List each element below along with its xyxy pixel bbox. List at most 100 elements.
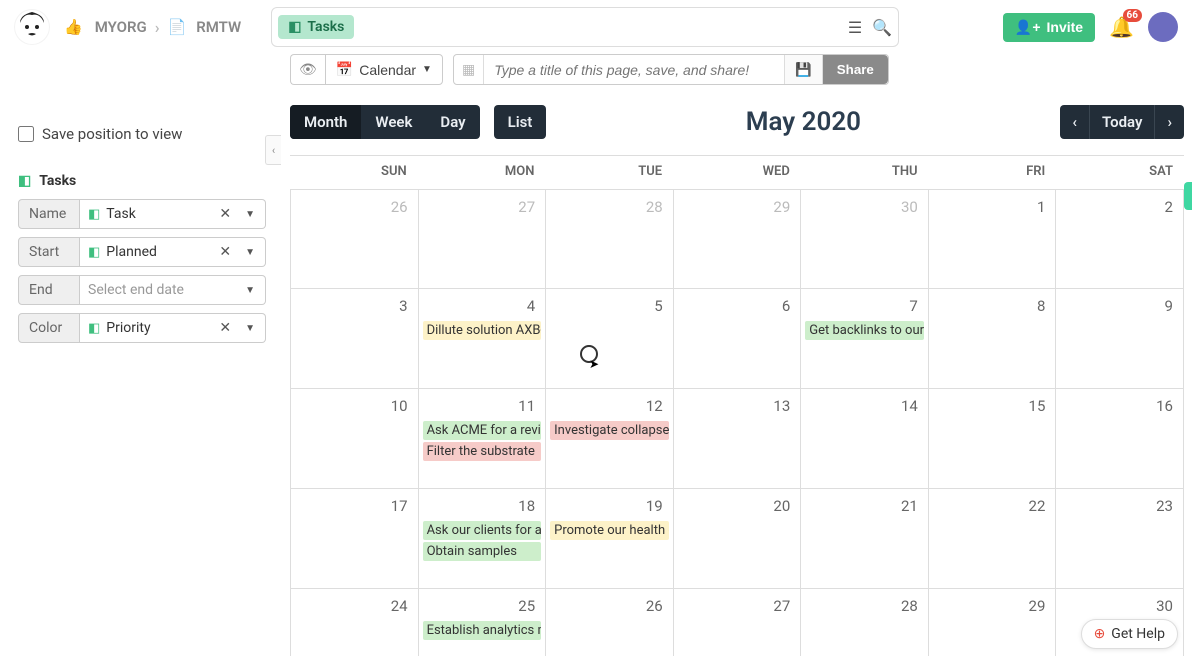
calendar-cell[interactable]: 18Ask our clients for aObtain samples <box>419 489 547 589</box>
name-field-select[interactable]: ◧ Task ✕ ▼ <box>80 199 266 229</box>
tab-month[interactable]: Month <box>290 105 361 139</box>
calendar-cell[interactable]: 29 <box>929 589 1057 656</box>
calendar-event[interactable]: Promote our health c <box>550 521 669 540</box>
day-number: 16 <box>1058 393 1181 419</box>
calendar-cell[interactable]: 25Establish analytics m <box>419 589 547 656</box>
calendar-cell[interactable]: 28 <box>546 189 674 289</box>
calendar-cell[interactable]: 24 <box>291 589 419 656</box>
calendar-cell[interactable]: 3 <box>291 289 419 389</box>
calendar-cell[interactable]: 5 <box>546 289 674 389</box>
calendar-cell[interactable]: 20 <box>674 489 802 589</box>
calendar-cell[interactable]: 17 <box>291 489 419 589</box>
save-icon: 💾 <box>795 62 812 77</box>
calendar-cell[interactable]: 30 <box>801 189 929 289</box>
calendar-event[interactable]: Establish analytics m <box>423 621 542 640</box>
calendar-cell[interactable]: 9 <box>1056 289 1184 389</box>
calendar-cell[interactable]: 1 <box>929 189 1057 289</box>
page-title-input[interactable] <box>484 55 784 84</box>
calendar-event[interactable]: Investigate collapsed <box>550 421 669 440</box>
calendar-event[interactable]: Obtain samples <box>423 542 542 561</box>
eye-icon: 👁 <box>299 61 317 78</box>
day-number: 23 <box>1058 493 1181 519</box>
save-position-toggle[interactable]: Save position to view <box>18 125 266 143</box>
visibility-button[interactable]: 👁 <box>290 54 325 85</box>
calendar-cell[interactable]: 16 <box>1056 389 1184 489</box>
end-field-select[interactable]: Select end date ▼ <box>80 275 266 305</box>
get-help-button[interactable]: ⊕ Get Help <box>1081 619 1178 649</box>
caret-down-icon[interactable]: ▼ <box>241 285 259 296</box>
calendar-cell[interactable]: 22 <box>929 489 1057 589</box>
next-button[interactable]: › <box>1155 105 1184 139</box>
calendar-cell[interactable]: 2 <box>1056 189 1184 289</box>
calendar-cell[interactable]: 6 <box>674 289 802 389</box>
color-field-select[interactable]: ◧ Priority ✕ ▼ <box>80 313 266 343</box>
day-number: 28 <box>803 593 926 619</box>
tasks-icon: ◧ <box>288 19 301 35</box>
calendar-cell[interactable]: 8 <box>929 289 1057 389</box>
chevron-left-icon: ‹ <box>272 144 275 157</box>
calendar-cell[interactable]: 21 <box>801 489 929 589</box>
calendar-cell[interactable]: 4Dillute solution AXB- <box>419 289 547 389</box>
tab-list[interactable]: List <box>494 105 547 139</box>
calendar-event[interactable]: Ask our clients for a <box>423 521 542 540</box>
calendar-cell[interactable]: 12Investigate collapsed <box>546 389 674 489</box>
clear-icon[interactable]: ✕ <box>215 206 235 222</box>
lock-button[interactable]: ▦ <box>454 55 484 84</box>
calendar-event[interactable]: Ask ACME for a revie <box>423 421 542 440</box>
invite-button[interactable]: 👤+ Invite <box>1003 13 1095 42</box>
calendar-cell[interactable]: 10 <box>291 389 419 489</box>
start-field-select[interactable]: ◧ Planned ✕ ▼ <box>80 237 266 267</box>
day-header: THU <box>801 156 929 189</box>
calendar-cell[interactable]: 29 <box>674 189 802 289</box>
sidebar-section-title: ◧ Tasks <box>18 173 266 189</box>
prev-button[interactable]: ‹ <box>1060 105 1089 139</box>
clear-icon[interactable]: ✕ <box>215 320 235 336</box>
share-button[interactable]: Share <box>823 55 888 84</box>
clear-icon[interactable]: ✕ <box>215 244 235 260</box>
breadcrumb-org[interactable]: MYORG <box>95 18 147 36</box>
view-mode-select[interactable]: 📅 Calendar ▼ <box>325 54 443 85</box>
day-number: 21 <box>803 493 926 519</box>
calendar-cell[interactable]: 11Ask ACME for a revieFilter the substra… <box>419 389 547 489</box>
calendar-cell[interactable]: 27 <box>419 189 547 289</box>
calendar-event[interactable]: Dillute solution AXB- <box>423 321 542 340</box>
day-number: 30 <box>803 194 926 220</box>
save-position-checkbox[interactable] <box>18 126 34 142</box>
tasks-chip[interactable]: ◧ Tasks <box>278 15 354 39</box>
calendar-icon: 📅 <box>336 61 353 78</box>
calendar-cell[interactable]: 27 <box>674 589 802 656</box>
calendar-cell[interactable]: 14 <box>801 389 929 489</box>
calendar-cell[interactable]: 26 <box>291 189 419 289</box>
tab-day[interactable]: Day <box>426 105 479 139</box>
calendar-event[interactable]: Get backlinks to our <box>805 321 924 340</box>
calendar-cell[interactable]: 19Promote our health c <box>546 489 674 589</box>
caret-down-icon[interactable]: ▼ <box>241 247 259 258</box>
calendar-event[interactable]: Filter the substrate <box>423 442 542 461</box>
save-title-button[interactable]: 💾 <box>784 55 823 84</box>
calendar-cell[interactable]: 23 <box>1056 489 1184 589</box>
calendar-cell[interactable]: 7Get backlinks to our <box>801 289 929 389</box>
calendar-cell[interactable]: 28 <box>801 589 929 656</box>
calendar-cell[interactable]: 15 <box>929 389 1057 489</box>
list-view-icon[interactable]: ☰ <box>848 18 862 37</box>
collapse-sidebar-button[interactable]: ‹ <box>265 135 281 165</box>
calendar-cell[interactable]: 13 <box>674 389 802 489</box>
breadcrumb-project[interactable]: RMTW <box>196 18 241 36</box>
calendar-cell[interactable]: 26 <box>546 589 674 656</box>
today-button[interactable]: Today <box>1089 105 1155 139</box>
end-field-placeholder: Select end date <box>88 282 235 298</box>
notifications-button[interactable]: 🔔66 <box>1109 15 1134 39</box>
notification-badge: 66 <box>1123 9 1142 22</box>
day-number: 26 <box>293 194 416 220</box>
app-logo[interactable] <box>14 9 50 45</box>
tasks-icon: ◧ <box>88 245 100 260</box>
caret-down-icon[interactable]: ▼ <box>241 323 259 334</box>
cursor-arrow-icon: ➤ <box>589 357 599 371</box>
chevron-right-icon: › <box>155 18 160 37</box>
tab-week[interactable]: Week <box>361 105 426 139</box>
user-avatar[interactable] <box>1148 12 1178 42</box>
caret-down-icon[interactable]: ▼ <box>241 209 259 220</box>
day-number: 8 <box>931 293 1054 319</box>
search-icon[interactable]: 🔍 <box>872 18 892 37</box>
right-edge-tab[interactable] <box>1184 182 1192 210</box>
